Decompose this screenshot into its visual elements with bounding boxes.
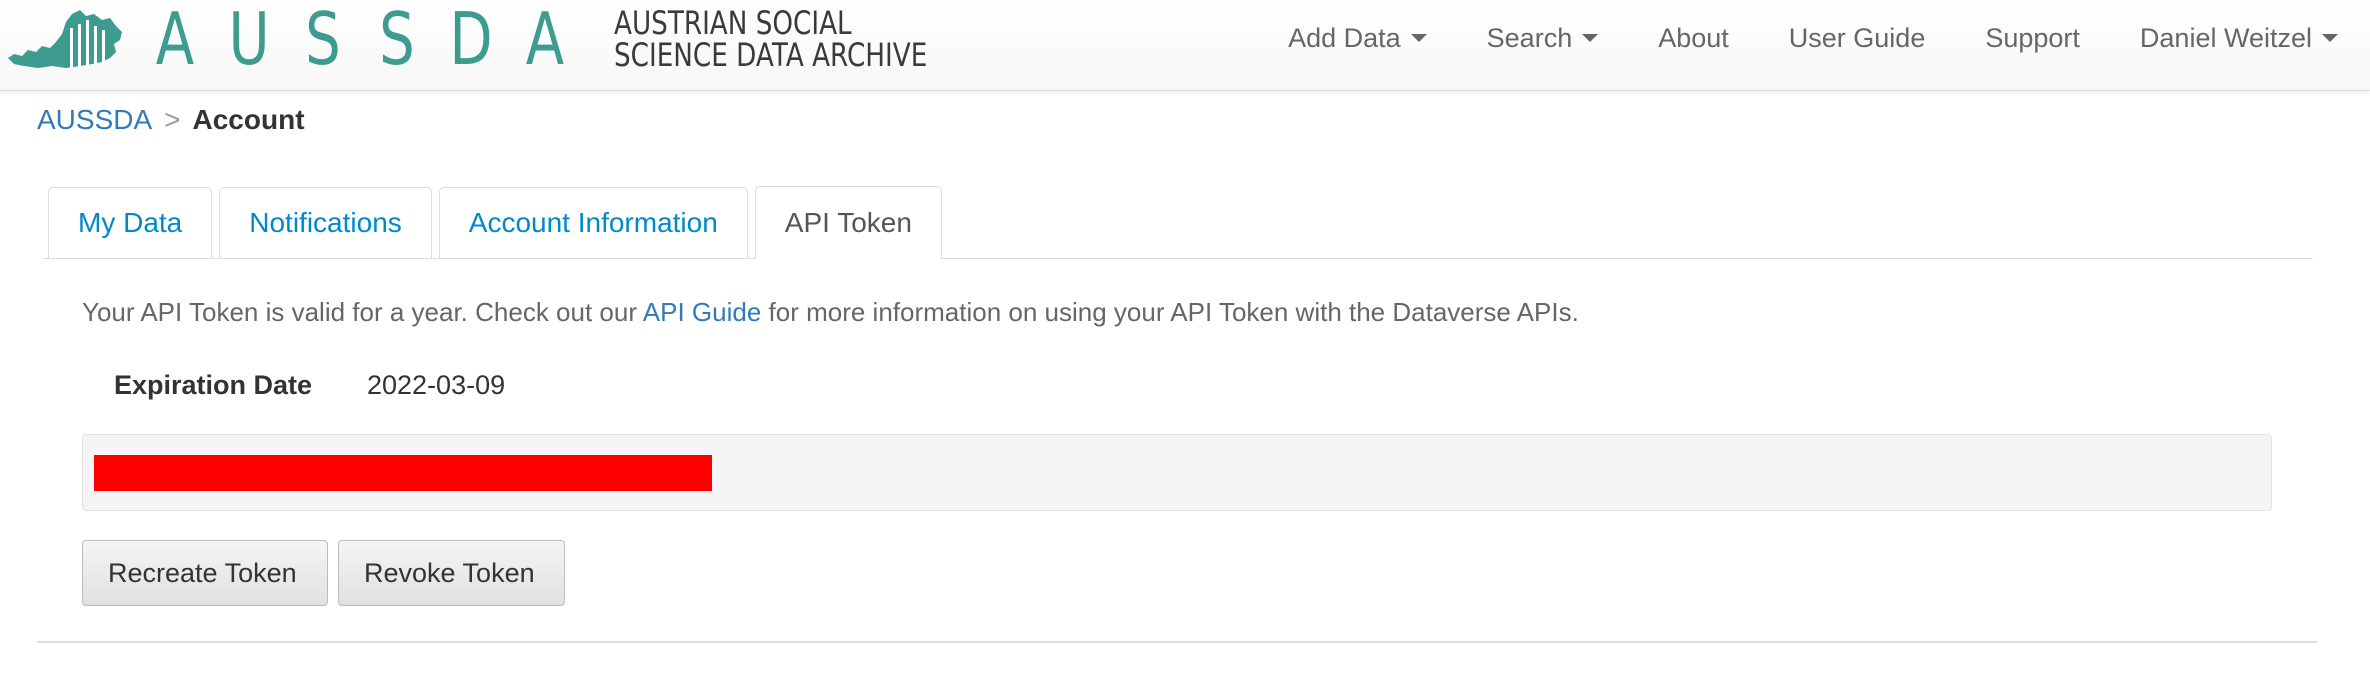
recreate-token-button[interactable]: Recreate Token xyxy=(82,540,328,606)
nav-search-dropdown[interactable]: Search xyxy=(1487,23,1599,54)
brand-letter: U xyxy=(228,0,270,81)
nav-user-guide-link[interactable]: User Guide xyxy=(1789,23,1926,54)
brand-letter: S xyxy=(305,0,341,81)
aussda-logo[interactable]: A U S S D A AUSTRIAN SOCIAL SCIENCE DATA… xyxy=(6,3,996,75)
token-redaction-bar xyxy=(94,455,712,491)
tab-api-token[interactable]: API Token xyxy=(754,186,942,259)
brand-letter: A xyxy=(525,0,565,81)
brand-letter: D xyxy=(449,0,493,81)
intro-text-before: Your API Token is valid for a year. Chec… xyxy=(82,297,643,327)
nav-support-link[interactable]: Support xyxy=(1985,23,2080,54)
brand-letter: S xyxy=(379,0,415,81)
brand-letter: A xyxy=(155,0,195,81)
nav-user-guide-label: User Guide xyxy=(1788,22,1926,53)
nav-user-menu-dropdown[interactable]: Daniel Weitzel xyxy=(2140,23,2338,54)
main-nav: Add Data Search About User Guide Support… xyxy=(1228,0,2338,76)
expiration-date-label: Expiration Date xyxy=(114,370,313,400)
brand-subtitle-line2: SCIENCE DATA ARCHIVE xyxy=(614,36,928,74)
nav-user-label: Daniel Weitzel xyxy=(2139,22,2312,53)
tab-my-data[interactable]: My Data xyxy=(48,187,213,258)
breadcrumb-separator: > xyxy=(164,104,181,135)
intro-text-after: for more information on using your API T… xyxy=(761,297,1579,327)
breadcrumb-root-link[interactable]: AUSSDA xyxy=(37,104,152,136)
austria-map-icon xyxy=(8,10,122,68)
caret-down-icon xyxy=(1582,34,1599,42)
api-token-field[interactable] xyxy=(82,434,2272,511)
nav-about-label: About xyxy=(1658,22,1729,53)
nav-search-label: Search xyxy=(1486,22,1573,53)
revoke-token-button[interactable]: Revoke Token xyxy=(338,540,565,606)
account-tabs: My Data Notifications Account Informatio… xyxy=(43,185,2313,259)
nav-add-data-label: Add Data xyxy=(1288,22,1401,53)
footer-divider xyxy=(37,641,2317,643)
api-token-intro: Your API Token is valid for a year. Chec… xyxy=(82,297,1579,328)
nav-add-data-dropdown[interactable]: Add Data xyxy=(1288,23,1427,54)
caret-down-icon xyxy=(1410,34,1427,42)
top-navbar: A U S S D A AUSTRIAN SOCIAL SCIENCE DATA… xyxy=(0,0,2370,91)
nav-about-link[interactable]: About xyxy=(1658,23,1729,54)
caret-down-icon xyxy=(2322,34,2338,42)
tab-account-information[interactable]: Account Information xyxy=(438,187,748,258)
expiration-date-value: 2022-03-09 xyxy=(367,370,506,400)
tab-notifications[interactable]: Notifications xyxy=(219,187,432,258)
breadcrumb: AUSSDA > Account xyxy=(37,104,305,136)
nav-support-label: Support xyxy=(1985,22,2080,53)
api-guide-link[interactable]: API Guide xyxy=(643,297,762,327)
brand-wordmark: A U S S D A xyxy=(138,3,582,75)
brand-subtitle: AUSTRIAN SOCIAL SCIENCE DATA ARCHIVE xyxy=(614,7,927,71)
brand-subtitle-line1: AUSTRIAN SOCIAL xyxy=(614,4,852,42)
breadcrumb-current: Account xyxy=(192,104,305,135)
